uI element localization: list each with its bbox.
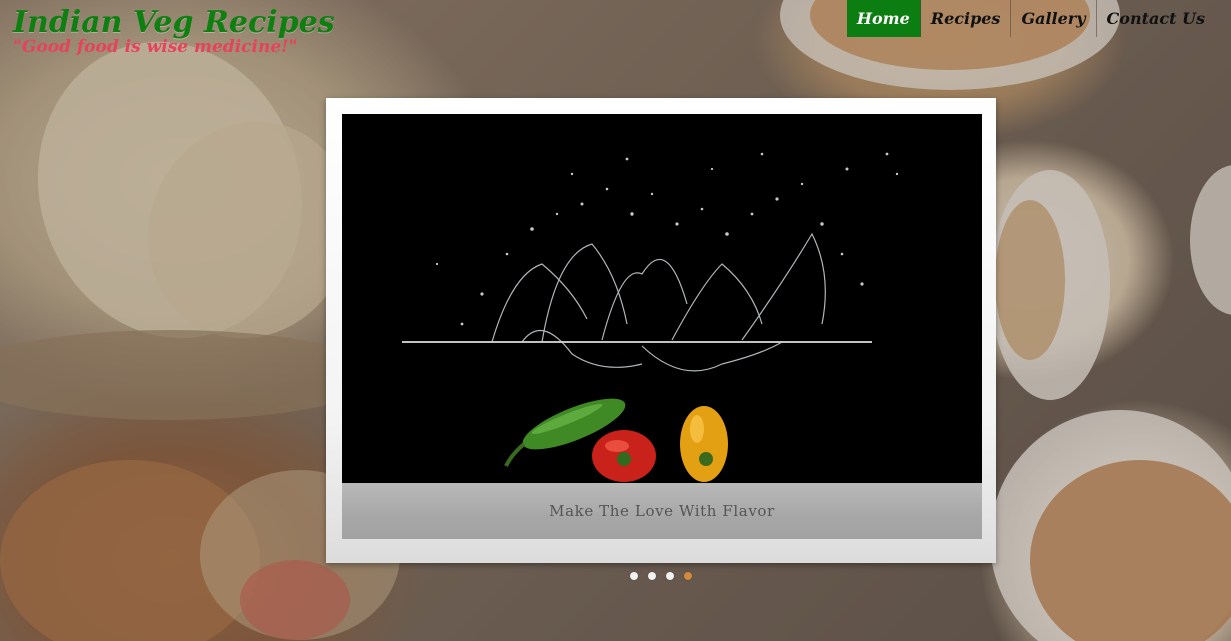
- image-slider: Make The Love With Flavor: [326, 98, 996, 563]
- slider-dot-1[interactable]: [630, 572, 638, 580]
- nav-item-home[interactable]: Home: [846, 0, 921, 37]
- main-nav: Home Recipes Gallery Contact Us: [846, 0, 1215, 37]
- slider-pagination: [630, 572, 692, 580]
- site-tagline: "Good food is wise medicine!": [13, 37, 298, 57]
- slider-dot-3[interactable]: [666, 572, 674, 580]
- nav-item-gallery[interactable]: Gallery: [1011, 0, 1097, 37]
- nav-item-recipes[interactable]: Recipes: [921, 0, 1012, 37]
- slider-dot-4[interactable]: [684, 572, 692, 580]
- slide-caption: Make The Love With Flavor: [342, 483, 982, 539]
- site-logo[interactable]: Indian Veg Recipes "Good food is wise me…: [13, 4, 335, 58]
- slide-image[interactable]: [342, 114, 982, 483]
- caption-text: Make The Love With Flavor: [549, 502, 775, 520]
- nav-item-contact-us[interactable]: Contact Us: [1097, 0, 1215, 37]
- slider-dot-2[interactable]: [648, 572, 656, 580]
